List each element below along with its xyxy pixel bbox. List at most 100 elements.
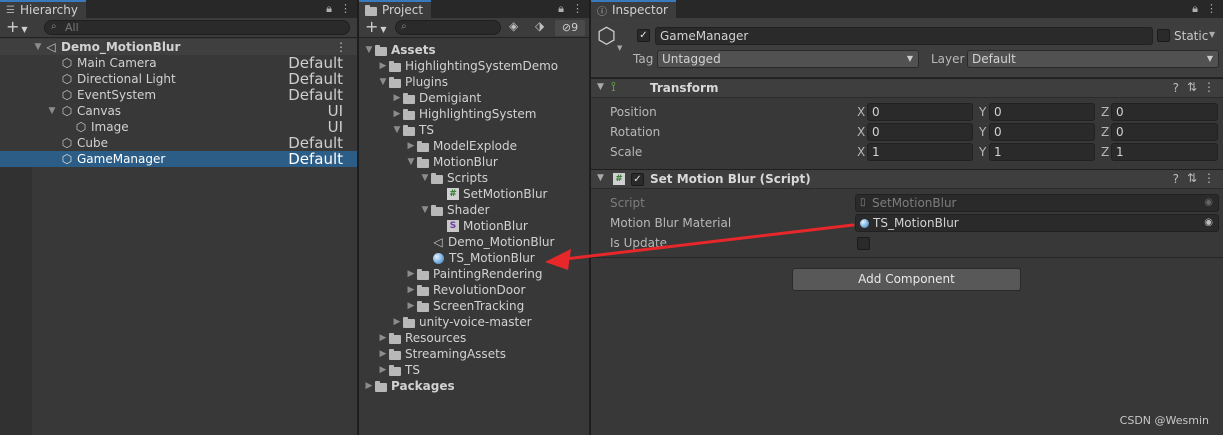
project-row[interactable]: ▼ Scripts	[359, 170, 589, 186]
expand-arrow-icon[interactable]: ▼	[405, 157, 417, 167]
project-row[interactable]: ▶ Demigiant	[359, 90, 589, 106]
project-row[interactable]: ▶ ModelExplode	[359, 138, 589, 154]
collapse-arrow-icon[interactable]: ▶	[405, 141, 417, 151]
more-menu-icon[interactable]: ⋮	[1206, 2, 1217, 16]
hierarchy-row[interactable]: ⬡ Main Camera Default	[0, 54, 357, 72]
rotation-y-field[interactable]: 0	[989, 123, 1095, 141]
project-row[interactable]: ▶ ScreenTracking	[359, 298, 589, 314]
more-menu-icon[interactable]: ⋮	[572, 2, 583, 16]
add-component-button[interactable]: Add Component	[792, 268, 1021, 291]
static-checkbox[interactable]	[1157, 29, 1170, 42]
tag-dropdown[interactable]: Untagged ▼	[657, 50, 919, 68]
expand-arrow-icon[interactable]: ▼	[363, 45, 375, 55]
project-row-material[interactable]: TS_MotionBlur	[359, 250, 589, 266]
collapse-arrow-icon[interactable]: ▶	[377, 365, 389, 375]
collapse-arrow-icon[interactable]: ▶	[391, 93, 403, 103]
project-row[interactable]: ▼ TS	[359, 122, 589, 138]
collapse-arrow-icon[interactable]: ▶	[405, 269, 417, 279]
project-row[interactable]: ▼ Plugins	[359, 74, 589, 90]
filter-by-label-icon[interactable]: ⬗	[535, 19, 544, 33]
hierarchy-row[interactable]: ▼ ⬡ Canvas UI	[0, 102, 357, 120]
help-icon[interactable]: ?	[1173, 81, 1179, 95]
inspector-tab[interactable]: ⓘ Inspector	[591, 0, 676, 18]
position-x-field[interactable]: 0	[867, 103, 973, 121]
collapse-arrow-icon[interactable]: ▶	[391, 317, 403, 327]
lock-icon[interactable]: 🔒︎	[326, 2, 332, 16]
collapse-arrow-icon[interactable]: ▶	[377, 333, 389, 343]
collapse-arrow-icon[interactable]: ▶	[391, 109, 403, 119]
filter-by-type-icon[interactable]: ◈	[509, 19, 518, 33]
static-dropdown-icon[interactable]: ▼	[1209, 30, 1215, 39]
foldout-arrow-icon[interactable]: ▼	[597, 173, 604, 183]
material-reference-field[interactable]: TS_MotionBlur ◉	[855, 214, 1219, 232]
position-z-field[interactable]: 0	[1111, 103, 1218, 121]
project-row[interactable]: ▶ HighlightingSystemDemo	[359, 58, 589, 74]
scene-menu-icon[interactable]: ⋮	[335, 40, 347, 54]
expand-arrow-icon[interactable]: ▼	[377, 77, 389, 87]
script-label: Script	[610, 196, 645, 210]
layer-dropdown[interactable]: Default ▼	[967, 50, 1219, 68]
add-button[interactable]: + ▼	[365, 19, 387, 38]
scale-x-field[interactable]: 1	[867, 143, 973, 161]
project-row[interactable]: ▶ RevolutionDoor	[359, 282, 589, 298]
expand-arrow-icon[interactable]: ▼	[32, 42, 44, 52]
project-row[interactable]: ▶ unity-voice-master	[359, 314, 589, 330]
script-component-header[interactable]: ▼ # ✓ Set Motion Blur (Script) ? ⇅ ⋮	[591, 169, 1223, 189]
project-row[interactable]: ▶ TS	[359, 362, 589, 378]
scale-z-field[interactable]: 1	[1111, 143, 1218, 161]
position-y-field[interactable]: 0	[989, 103, 1095, 121]
hierarchy-tab[interactable]: ☰ Hierarchy	[0, 0, 86, 18]
collapse-arrow-icon[interactable]: ▶	[405, 301, 417, 311]
is-update-checkbox[interactable]	[857, 237, 870, 250]
project-tab[interactable]: Project	[359, 0, 432, 18]
hidden-packages-toggle[interactable]: ⊘9	[555, 20, 585, 36]
scale-y-field[interactable]: 1	[989, 143, 1095, 161]
hierarchy-row[interactable]: ⬡ Image UI	[0, 118, 357, 136]
project-row[interactable]: S MotionBlur	[359, 218, 589, 234]
hierarchy-row-scene[interactable]: ▼ ◁ Demo_MotionBlur ⋮	[0, 39, 357, 55]
hierarchy-row[interactable]: ⬡ EventSystem Default	[0, 86, 357, 104]
expand-arrow-icon[interactable]: ▼	[419, 173, 431, 183]
project-row[interactable]: ▶ Packages	[359, 378, 589, 394]
object-picker-icon[interactable]: ◉	[1204, 215, 1213, 231]
project-row[interactable]: # SetMotionBlur	[359, 186, 589, 202]
foldout-arrow-icon[interactable]: ▼	[597, 82, 604, 92]
axis-x-label: X	[857, 105, 866, 119]
component-enabled-checkbox[interactable]: ✓	[631, 173, 644, 186]
transform-header[interactable]: ▼ ⟟ Transform ? ⇅ ⋮	[591, 78, 1223, 98]
expand-arrow-icon[interactable]: ▼	[46, 106, 58, 116]
lock-icon[interactable]: 🔒︎	[558, 2, 564, 16]
component-menu-icon[interactable]: ⋮	[1203, 171, 1215, 185]
project-row[interactable]: ◁ Demo_MotionBlur	[359, 234, 589, 250]
help-icon[interactable]: ?	[1173, 172, 1179, 186]
hierarchy-row[interactable]: ⬡ Cube Default	[0, 134, 357, 152]
preset-icon[interactable]: ⇅	[1187, 80, 1197, 94]
expand-arrow-icon[interactable]: ▼	[419, 205, 431, 215]
add-button[interactable]: + ▼	[6, 19, 28, 38]
project-row[interactable]: ▼ Shader	[359, 202, 589, 218]
hierarchy-search-input[interactable]: ⌕ All	[44, 20, 350, 35]
project-row[interactable]: ▶ StreamingAssets	[359, 346, 589, 362]
component-menu-icon[interactable]: ⋮	[1203, 80, 1215, 94]
project-row[interactable]: ▶ HighlightingSystem	[359, 106, 589, 122]
expand-arrow-icon[interactable]: ▼	[391, 125, 403, 135]
more-menu-icon[interactable]: ⋮	[340, 2, 351, 16]
icon-dropdown-icon[interactable]: ▼	[617, 44, 622, 52]
collapse-arrow-icon[interactable]: ▶	[377, 349, 389, 359]
preset-icon[interactable]: ⇅	[1187, 171, 1197, 185]
project-search-input[interactable]: ⌕	[395, 20, 501, 35]
active-checkbox[interactable]: ✓	[637, 29, 650, 42]
rotation-z-field[interactable]: 0	[1111, 123, 1218, 141]
project-row[interactable]: ▼ Assets	[359, 42, 589, 58]
project-row[interactable]: ▶ PaintingRendering	[359, 266, 589, 282]
collapse-arrow-icon[interactable]: ▶	[377, 61, 389, 71]
rotation-x-field[interactable]: 0	[867, 123, 973, 141]
hierarchy-row-selected[interactable]: ⬡ GameManager Default	[0, 150, 357, 168]
project-row[interactable]: ▶ Resources	[359, 330, 589, 346]
lock-icon[interactable]: 🔒︎	[1192, 2, 1198, 16]
hierarchy-row[interactable]: ⬡ Directional Light Default	[0, 70, 357, 88]
object-name-field[interactable]: GameManager	[655, 27, 1153, 45]
project-row[interactable]: ▼ MotionBlur	[359, 154, 589, 170]
collapse-arrow-icon[interactable]: ▶	[363, 381, 375, 391]
collapse-arrow-icon[interactable]: ▶	[405, 285, 417, 295]
